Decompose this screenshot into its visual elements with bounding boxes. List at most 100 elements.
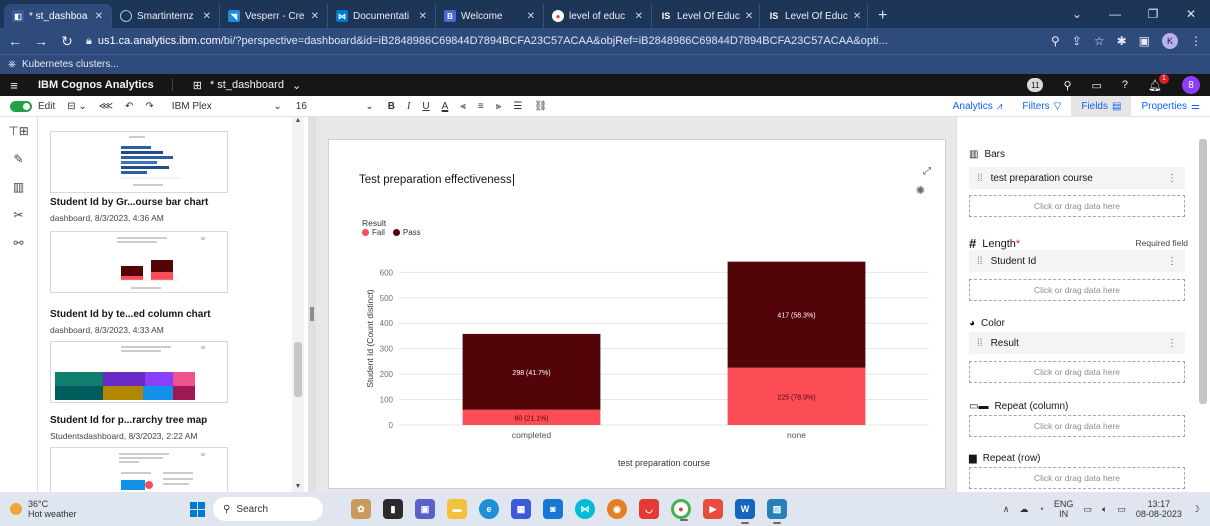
profile-avatar[interactable]: K <box>1162 33 1178 49</box>
teams-icon[interactable]: ▣ <box>415 499 435 519</box>
link-icon[interactable]: ⛓ <box>534 101 547 112</box>
minimize-icon[interactable]: — <box>1096 7 1134 21</box>
dashboard-switcher[interactable]: ⊞ * st_dashboard ⌄ <box>193 79 301 92</box>
repeat-column-drop-zone[interactable]: Click or drag data here <box>969 415 1185 437</box>
assistant-badge[interactable]: 11 <box>1027 78 1044 92</box>
restore-icon[interactable]: ❐ <box>1134 7 1172 21</box>
chat-icon[interactable]: ▭ <box>1092 79 1102 92</box>
italic-button[interactable]: I <box>407 101 410 112</box>
bars-field-pill[interactable]: ⁞⁞ test preparation course ⋮ <box>969 167 1185 189</box>
clock[interactable]: 13:17 08-08-2023 <box>1136 499 1182 519</box>
scroll-up-icon[interactable]: ▲ <box>292 117 304 124</box>
repeat-row-drop-zone[interactable]: Click or drag data here <box>969 467 1185 489</box>
vscode-app-icon[interactable]: ⋈ <box>575 499 595 519</box>
close-icon[interactable]: ✕ <box>527 11 535 22</box>
word-icon[interactable]: W <box>735 499 755 524</box>
browser-tab-level-of-educ-2[interactable]: IS Level Of Educ ✕ <box>760 4 868 28</box>
windows-start-icon[interactable] <box>190 501 205 517</box>
back-icon[interactable]: ← <box>8 33 22 49</box>
length-field-pill[interactable]: ⁞⁞ Student Id ⋮ <box>969 250 1185 272</box>
close-icon[interactable]: ✕ <box>745 11 753 22</box>
sidepanel-icon[interactable]: ▣ <box>1139 34 1150 48</box>
hamburger-menu-icon[interactable]: ≡ <box>0 78 28 93</box>
underline-button[interactable]: U <box>422 101 429 112</box>
viz-title[interactable]: Student Id by te...ed column chart <box>50 309 211 320</box>
help-icon[interactable]: ? <box>1122 79 1128 91</box>
taskbar-search[interactable]: ⚲ Search <box>213 497 323 521</box>
zoom-icon[interactable]: ⚲ <box>1051 34 1060 48</box>
redo-icon[interactable]: ↷ <box>145 101 153 112</box>
close-icon[interactable]: ✕ <box>853 11 861 22</box>
more-vert-icon[interactable]: ⋮ <box>1167 338 1177 349</box>
onedrive-icon[interactable]: ☁ <box>1019 504 1028 515</box>
color-drop-zone[interactable]: Click or drag data here <box>969 361 1185 383</box>
chevron-up-icon[interactable]: ∧ <box>1003 504 1010 515</box>
battery-icon[interactable]: ▭ <box>1117 504 1126 515</box>
close-icon[interactable]: ✕ <box>95 11 103 22</box>
close-icon[interactable]: ✕ <box>635 11 643 22</box>
widgets-icon[interactable]: ✂ <box>0 201 37 229</box>
forward-icon[interactable]: → <box>34 33 48 49</box>
viz-title[interactable]: Student Id for p...rarchy tree map <box>50 415 207 426</box>
share-icon[interactable]: ⇪ <box>1072 34 1082 48</box>
photos-icon[interactable]: ▨ <box>767 499 787 524</box>
new-tab-button[interactable]: + <box>868 4 897 28</box>
align-right-icon[interactable]: ⫸ <box>496 101 502 112</box>
align-justify-icon[interactable]: ☰ <box>513 101 522 112</box>
network-icon[interactable]: ◔ <box>1038 504 1043 514</box>
font-family-select[interactable]: IBM Plex ⌄ <box>172 101 282 112</box>
close-icon[interactable]: ✕ <box>1172 7 1210 21</box>
language-indicator[interactable]: ENG IN <box>1054 499 1074 519</box>
splitter-grip[interactable] <box>310 307 314 321</box>
more-vert-icon[interactable]: ⋮ <box>1167 256 1177 267</box>
viz-title[interactable]: Student Id by Gr...ourse bar chart <box>50 197 208 208</box>
drag-handle-icon[interactable]: ⁞⁞ <box>977 173 983 184</box>
align-left-icon[interactable]: ⫷ <box>460 101 466 112</box>
align-center-icon[interactable]: ≡ <box>478 101 484 112</box>
viz-thumbnail-tree-map[interactable] <box>50 341 228 403</box>
volume-icon[interactable]: 🔈︎ <box>1102 504 1107 515</box>
search-icon[interactable]: ⚲ <box>1063 79 1071 92</box>
properties-button[interactable]: Properties ⚌ <box>1131 96 1210 117</box>
chrome-app-icon[interactable]: ● <box>671 499 691 521</box>
scrollbar-thumb[interactable] <box>294 342 302 397</box>
close-icon[interactable]: ✕ <box>311 11 319 22</box>
left-panel-scrollbar[interactable]: ▲ ▼ <box>292 117 304 492</box>
pin-icon[interactable]: ✎ <box>0 145 37 173</box>
task-view-icon[interactable]: ▮ <box>383 499 403 519</box>
browser-tab-level-of-education[interactable]: ● level of educ ✕ <box>544 4 652 28</box>
viz-thumbnail-bar-chart[interactable] <box>50 131 228 193</box>
analytics-button[interactable]: Analytics ⩘ <box>943 96 1013 117</box>
extensions-icon[interactable]: ✱ <box>1117 34 1127 48</box>
url-field[interactable]: 🔒︎ us1.ca.analytics.ibm.com/bi/?perspect… <box>86 31 1039 51</box>
moon-icon[interactable]: ☽ <box>1192 504 1200 515</box>
text-color-button[interactable]: A <box>442 101 449 112</box>
panel-splitter[interactable] <box>308 117 316 492</box>
more-vert-icon[interactable]: ⋮ <box>1167 173 1177 184</box>
viz-thumbnail-column-chart[interactable] <box>50 231 228 293</box>
mail-icon[interactable]: ◙ <box>543 499 563 519</box>
close-icon[interactable]: ✕ <box>419 11 427 22</box>
display-icon[interactable]: ▭ <box>1083 504 1092 515</box>
edit-mode-toggle[interactable] <box>10 100 32 112</box>
widget-pet-icon[interactable]: ✿ <box>351 499 371 519</box>
browser-tab-vesperr[interactable]: ◥ Vesperr - Cre ✕ <box>220 4 328 28</box>
browser-tab-documentation[interactable]: ⋈ Documentati ✕ <box>328 4 436 28</box>
store-icon[interactable]: ▦ <box>511 499 531 519</box>
browser-tab-welcome[interactable]: B Welcome ✕ <box>436 4 544 28</box>
weather-widget[interactable]: 36°C Hot weather <box>0 499 180 519</box>
length-drop-zone[interactable]: Click or drag data here <box>969 279 1185 301</box>
share-nodes-icon[interactable]: ⋘ <box>99 101 113 112</box>
browser-tab-smartinternz[interactable]: Smartinternz ✕ <box>112 4 220 28</box>
notification-icon[interactable]: 🔔︎ 1 <box>1148 73 1169 92</box>
user-avatar[interactable]: 8 <box>1182 76 1200 94</box>
star-icon[interactable]: ☆ <box>1094 34 1105 48</box>
scroll-down-icon[interactable]: ▼ <box>292 483 304 490</box>
bold-button[interactable]: B <box>388 101 395 112</box>
right-panel-scrollbar[interactable] <box>1198 117 1208 492</box>
visualizations-icon[interactable]: ▥ <box>0 173 37 201</box>
close-icon[interactable]: ✕ <box>203 11 211 22</box>
drag-handle-icon[interactable]: ⁞⁞ <box>977 338 983 349</box>
more-vert-icon[interactable]: ⋮ <box>1190 34 1202 48</box>
reload-icon[interactable]: ↻ <box>60 33 74 50</box>
